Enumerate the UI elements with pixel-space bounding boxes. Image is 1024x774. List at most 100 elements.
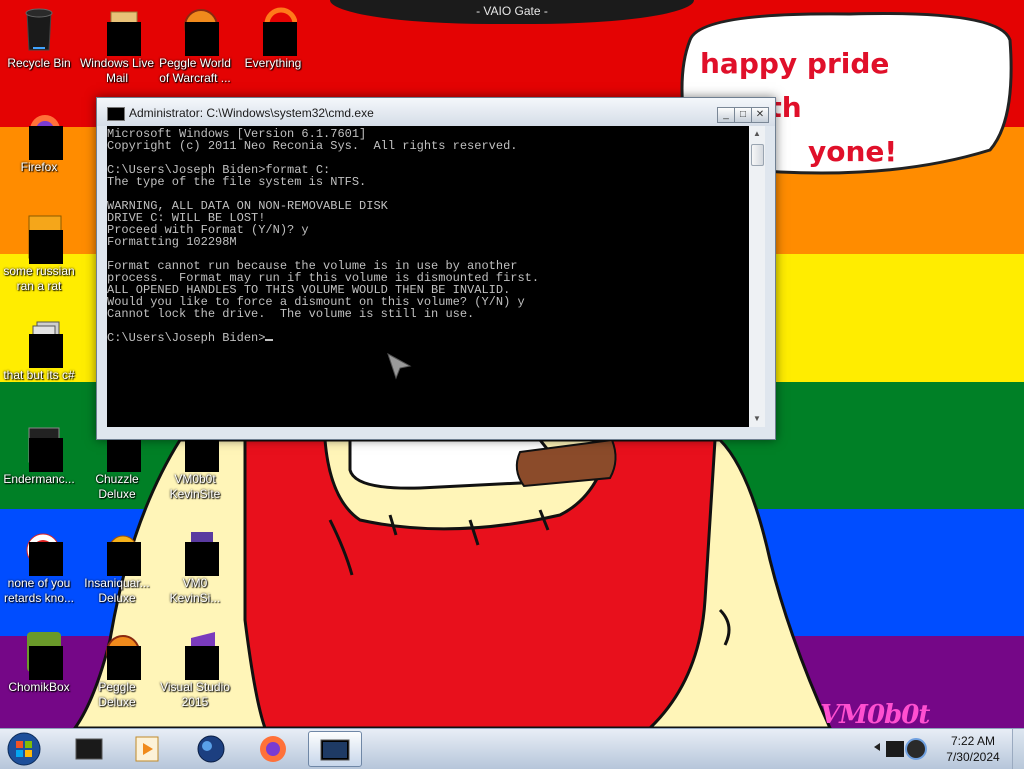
taskbar: 7:22 AM 7/30/2024 <box>0 728 1024 769</box>
desktop-icon-chomikbox[interactable]: ChomikBox <box>0 630 78 695</box>
desktop-icon-visual-studio-2015[interactable]: Visual Studio 2015 <box>156 630 234 710</box>
icon-label-line: Mail <box>105 71 128 85</box>
explorer-icon <box>75 738 103 760</box>
console-line: Cannot lock the drive. The volume is sti… <box>107 307 475 321</box>
censor-box <box>107 22 141 56</box>
minimize-button[interactable]: _ <box>717 107 735 123</box>
console-output: Microsoft Windows [Version 6.1.7601] Copy… <box>107 126 749 344</box>
globe-icon <box>197 735 225 763</box>
scroll-thumb[interactable] <box>751 144 764 166</box>
taskbar-explorer[interactable] <box>62 731 116 767</box>
censor-box <box>29 126 63 160</box>
peggle-icon <box>93 630 141 680</box>
icon-label-line: Everything <box>244 56 302 70</box>
icon-label-line: Peggle Deluxe <box>98 680 136 709</box>
desktop-icon-none-of-you[interactable]: none of you retards kno... <box>0 526 78 606</box>
scroll-down-arrow-icon[interactable]: ▼ <box>749 411 765 427</box>
censor-box <box>185 542 219 576</box>
censor-box <box>185 438 219 472</box>
taskbar-media-player[interactable] <box>120 731 174 767</box>
icon-label-line: Peggle World <box>159 56 231 70</box>
media-player-icon <box>135 736 159 762</box>
desktop[interactable]: - VAIO Gate - happy pride month yone! VM… <box>0 0 1024 728</box>
cmd-console[interactable]: Microsoft Windows [Version 6.1.7601] Copy… <box>107 126 749 427</box>
clock-time[interactable]: 7:22 AM <box>938 734 1008 748</box>
close-button[interactable]: ✕ <box>751 107 769 123</box>
icon-label-line: VM0 <box>182 576 208 590</box>
desktop-icon-recycle-bin[interactable]: Recycle Bin <box>0 6 78 71</box>
censor-box <box>29 438 63 472</box>
show-hidden-icons-icon <box>874 743 880 751</box>
cmd-icon <box>320 739 350 761</box>
program-icon <box>15 526 63 576</box>
censor-box <box>29 334 63 368</box>
icon-label-line: Deluxe <box>98 591 136 605</box>
icon-label-line: Insaniquar... <box>84 576 150 590</box>
program-icon <box>171 526 219 576</box>
tray-icons <box>874 738 927 760</box>
censor-box <box>29 646 63 680</box>
show-desktop-button[interactable] <box>1012 729 1024 769</box>
scroll-up-arrow-icon[interactable]: ▲ <box>749 126 765 142</box>
desktop-icon-that-but-its-csharp[interactable]: that but its c# <box>0 318 78 383</box>
icon-label-line: Visual Studio <box>160 680 230 694</box>
insaniquarium-icon <box>93 526 141 576</box>
clock-date[interactable]: 7/30/2024 <box>938 750 1008 764</box>
censor-box <box>107 646 141 680</box>
desktop-icon-vm0-kevinsi[interactable]: VM0 KevinSi... <box>156 526 234 606</box>
icon-label-line: Recycle Bin <box>7 56 71 70</box>
icon-label-line: Deluxe <box>98 487 136 501</box>
program-icon <box>15 214 63 264</box>
icon-label-line: KevinSi... <box>169 591 221 605</box>
program-icon <box>15 422 63 472</box>
icon-label-line: ran a rat <box>16 279 62 293</box>
censor-box <box>107 438 141 472</box>
desktop-icon-peggle-world-of-warcraft[interactable]: Peggle World of Warcraft ... <box>156 6 234 86</box>
icon-label-line: Chuzzle <box>95 472 139 486</box>
icon-label-line: retards kno... <box>3 591 75 605</box>
desktop-icon-windows-live-mail[interactable]: Windows Live Mail <box>78 6 156 86</box>
console-line: C:\Users\Joseph Biden> <box>107 332 749 344</box>
icon-label-line: none of you <box>7 576 71 590</box>
censor-box <box>263 22 297 56</box>
censor-box <box>29 230 63 264</box>
console-line: Formatting 102298M <box>107 235 237 249</box>
cmd-title: Administrator: C:\Windows\system32\cmd.e… <box>129 106 374 120</box>
censor-box <box>107 542 141 576</box>
cmd-titlebar[interactable]: Administrator: C:\Windows\system32\cmd.e… <box>97 98 775 126</box>
taskbar-firefox[interactable] <box>246 731 300 767</box>
recycle-bin-icon <box>15 6 63 54</box>
taskbar-browser[interactable] <box>184 731 238 767</box>
desktop-icon-some-russian[interactable]: some russian ran a rat <box>0 214 78 294</box>
desktop-icon-peggle-deluxe[interactable]: Peggle Deluxe <box>78 630 156 710</box>
windows-live-mail-icon <box>93 6 141 56</box>
icon-label-line: Firefox <box>20 160 58 174</box>
vm0b0t-watermark: VM0b0t <box>820 700 930 728</box>
cmd-window[interactable]: Administrator: C:\Windows\system32\cmd.e… <box>96 97 776 440</box>
cmd-icon <box>107 107 125 121</box>
everything-search-icon <box>249 6 298 56</box>
firefox-icon <box>260 736 286 762</box>
icon-label-line: Windows Live <box>79 56 155 70</box>
censor-box <box>185 22 219 56</box>
windows-orb-icon <box>7 732 41 766</box>
icon-label-line: some russian <box>3 264 75 278</box>
desktop-icon-firefox[interactable]: Firefox <box>0 110 78 175</box>
icon-label-line: ChomikBox <box>8 680 70 694</box>
start-button[interactable] <box>4 730 44 768</box>
desktop-icon-endermanc[interactable]: Endermanc... <box>0 422 78 487</box>
icon-label-line: that but its c# <box>3 368 75 382</box>
visual-studio-icon <box>171 630 219 680</box>
icon-label-line: Endermanc... <box>3 472 75 486</box>
desktop-icon-insaniquarium-deluxe[interactable]: Insaniquar... Deluxe <box>78 526 156 606</box>
taskbar-cmd[interactable] <box>308 731 362 767</box>
icon-label-line: KevinSite <box>169 487 221 501</box>
censor-box <box>185 646 219 680</box>
chomikbox-icon <box>15 630 63 680</box>
vertical-scrollbar[interactable]: ▲ ▼ <box>749 126 765 427</box>
maximize-button[interactable]: □ <box>734 107 752 123</box>
desktop-icon-everything[interactable]: Everything <box>234 6 312 71</box>
icon-label-line: 2015 <box>181 695 209 709</box>
firefox-icon <box>15 110 63 160</box>
icon-label-line: VM0b0t <box>174 472 216 486</box>
